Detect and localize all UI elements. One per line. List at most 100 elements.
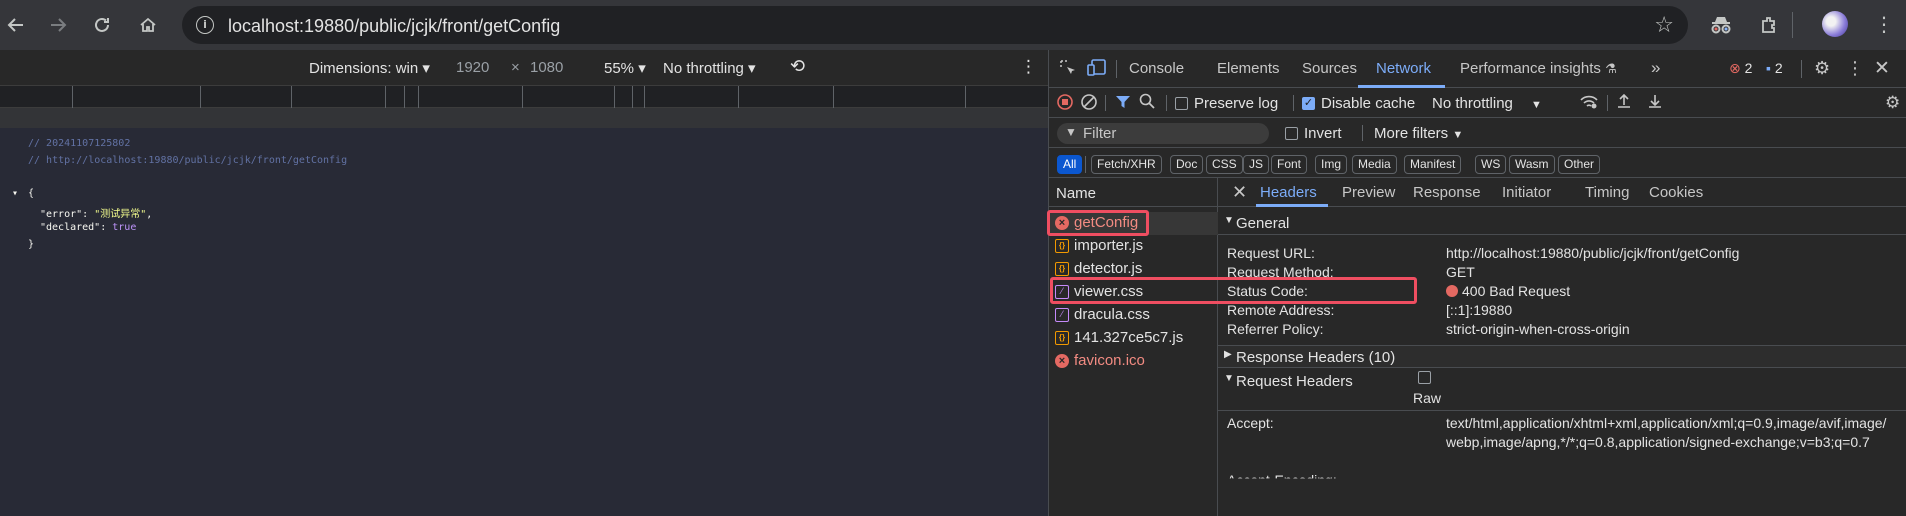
tab-initiator[interactable]: Initiator: [1502, 184, 1551, 201]
address-bar[interactable]: i localhost:19880/public/jcjk/front/getC…: [182, 6, 1688, 44]
more-options-icon[interactable]: ⋮: [1020, 57, 1037, 77]
header-key: Referrer Policy:: [1227, 321, 1324, 337]
divider: [1116, 60, 1117, 78]
width-input[interactable]: 1920: [456, 59, 489, 76]
close-devtools-icon[interactable]: ✕: [1874, 57, 1890, 80]
type-filter-font[interactable]: Font: [1271, 155, 1308, 174]
height-input[interactable]: 1080: [530, 59, 563, 76]
message-count-badge[interactable]: ▪ 2: [1766, 60, 1783, 76]
tab-response[interactable]: Response: [1413, 184, 1481, 201]
reload-icon[interactable]: [88, 11, 116, 39]
comment-line: // http://localhost:19880/public/jcjk/fr…: [28, 155, 348, 166]
type-filter-other[interactable]: Other: [1558, 155, 1601, 174]
zoom-select[interactable]: 55% ▾: [604, 59, 646, 77]
request-row-importer-js[interactable]: {} importer.js: [1049, 235, 1218, 258]
json-brace: {: [28, 188, 35, 199]
site-info-icon[interactable]: i: [196, 16, 214, 34]
ruler-tick: [632, 86, 633, 108]
more-tabs-icon[interactable]: »: [1651, 58, 1660, 78]
ruler-tick: [72, 86, 73, 108]
menu-icon[interactable]: ⋮: [1874, 12, 1894, 37]
clear-icon[interactable]: [1081, 94, 1097, 115]
name-column-header[interactable]: Name: [1049, 178, 1218, 207]
request-name: 141.327ce5c7.js: [1074, 329, 1184, 346]
raw-checkbox[interactable]: [1418, 371, 1431, 384]
device-toolbar-icon[interactable]: [1087, 59, 1107, 82]
import-har-icon[interactable]: [1616, 93, 1632, 114]
type-filter-media[interactable]: Media: [1352, 155, 1397, 174]
header-key: Request URL:: [1227, 245, 1315, 261]
type-filter-doc[interactable]: Doc: [1170, 155, 1204, 174]
script-file-icon: {}: [1055, 239, 1069, 253]
preserve-log-label[interactable]: Preserve log: [1194, 95, 1278, 112]
divider: [1293, 95, 1294, 111]
divider: [1085, 156, 1086, 173]
search-icon[interactable]: [1139, 93, 1155, 114]
ruler-tick: [738, 86, 739, 108]
devtools-menu-icon[interactable]: ⋮: [1846, 58, 1864, 79]
active-detail-tab-indicator: [1256, 204, 1328, 207]
tab-timing[interactable]: Timing: [1585, 184, 1629, 201]
preserve-log-checkbox[interactable]: [1175, 97, 1188, 110]
resource-type-filters: All Fetch/XHR Doc CSS JS Font Img Media …: [1049, 148, 1906, 178]
ruler-tick: [200, 86, 201, 108]
media-query-ruler: [0, 86, 1048, 108]
tab-sources[interactable]: Sources: [1302, 60, 1357, 77]
type-filter-ws[interactable]: WS: [1475, 155, 1507, 174]
record-stop-icon[interactable]: [1057, 94, 1073, 115]
export-har-icon[interactable]: [1647, 93, 1663, 114]
more-filters-button[interactable]: More filters ▼: [1374, 125, 1463, 142]
page-area: Dimensions: win ▾ 1920 × 1080 55% ▾ No t…: [0, 50, 1048, 516]
network-throttling-select[interactable]: No throttling ▼: [1432, 95, 1542, 112]
request-row-dracula-css[interactable]: ⁄ dracula.css: [1049, 304, 1218, 327]
dimensions-select[interactable]: Dimensions: win ▾: [309, 59, 430, 77]
tab-preview[interactable]: Preview: [1342, 184, 1395, 201]
expand-triangle-icon: ▼: [1224, 215, 1234, 226]
request-row-favicon[interactable]: × favicon.ico: [1049, 350, 1218, 373]
type-filter-wasm[interactable]: Wasm: [1509, 155, 1555, 174]
invert-label[interactable]: Invert: [1304, 125, 1342, 142]
error-count-badge[interactable]: ⊗ 2: [1729, 60, 1752, 77]
tab-cookies[interactable]: Cookies: [1649, 184, 1703, 201]
type-filter-js[interactable]: JS: [1243, 155, 1270, 174]
tab-elements[interactable]: Elements: [1217, 60, 1280, 77]
settings-gear-icon[interactable]: ⚙: [1814, 58, 1830, 79]
type-filter-fetch-xhr[interactable]: Fetch/XHR: [1091, 155, 1162, 174]
url-text[interactable]: localhost:19880/public/jcjk/front/getCon…: [228, 16, 560, 37]
bookmark-star-icon[interactable]: ☆: [1654, 12, 1674, 38]
type-filter-all[interactable]: All: [1057, 155, 1083, 174]
tab-headers[interactable]: Headers: [1260, 184, 1317, 201]
home-icon[interactable]: [134, 11, 162, 39]
disable-cache-checkbox[interactable]: ✓: [1302, 97, 1315, 110]
type-filter-img[interactable]: Img: [1315, 155, 1348, 174]
request-headers-section-header[interactable]: ▼ Request Headers: [1218, 370, 1906, 393]
back-icon[interactable]: [2, 11, 30, 39]
inspect-element-icon[interactable]: [1059, 59, 1077, 82]
incognito-icon[interactable]: [1708, 12, 1734, 38]
general-section-header[interactable]: ▼ General: [1218, 212, 1906, 235]
close-details-icon[interactable]: ✕: [1232, 182, 1247, 203]
rotate-icon[interactable]: ⟲: [790, 56, 805, 77]
profile-avatar[interactable]: [1822, 11, 1848, 37]
header-key: Remote Address:: [1227, 302, 1335, 318]
tab-network[interactable]: Network: [1376, 60, 1431, 77]
tab-console[interactable]: Console: [1129, 60, 1184, 77]
type-filter-manifest[interactable]: Manifest: [1404, 155, 1462, 174]
disable-cache-label[interactable]: Disable cache: [1321, 95, 1415, 112]
filter-input[interactable]: ▼ Filter: [1057, 123, 1269, 144]
network-conditions-icon[interactable]: [1579, 94, 1599, 115]
tab-performance-insights[interactable]: Performance insights ⚗: [1460, 60, 1617, 77]
extensions-icon[interactable]: [1756, 12, 1782, 38]
forward-icon[interactable]: [44, 11, 72, 39]
stylesheet-file-icon: ⁄: [1055, 308, 1069, 322]
collapse-toggle[interactable]: ▾: [12, 188, 18, 199]
network-settings-icon[interactable]: ⚙: [1885, 93, 1900, 113]
request-row-141-js[interactable]: {} 141.327ce5c7.js: [1049, 327, 1218, 350]
type-filter-css[interactable]: CSS: [1206, 155, 1243, 174]
response-headers-section-header[interactable]: ▶ Response Headers (10): [1218, 345, 1906, 368]
invert-checkbox[interactable]: [1285, 127, 1298, 140]
ruler-tick: [833, 86, 834, 108]
filter-icon[interactable]: [1115, 94, 1131, 115]
raw-label[interactable]: Raw: [1413, 390, 1441, 406]
device-throttling-select[interactable]: No throttling ▾: [663, 59, 756, 77]
